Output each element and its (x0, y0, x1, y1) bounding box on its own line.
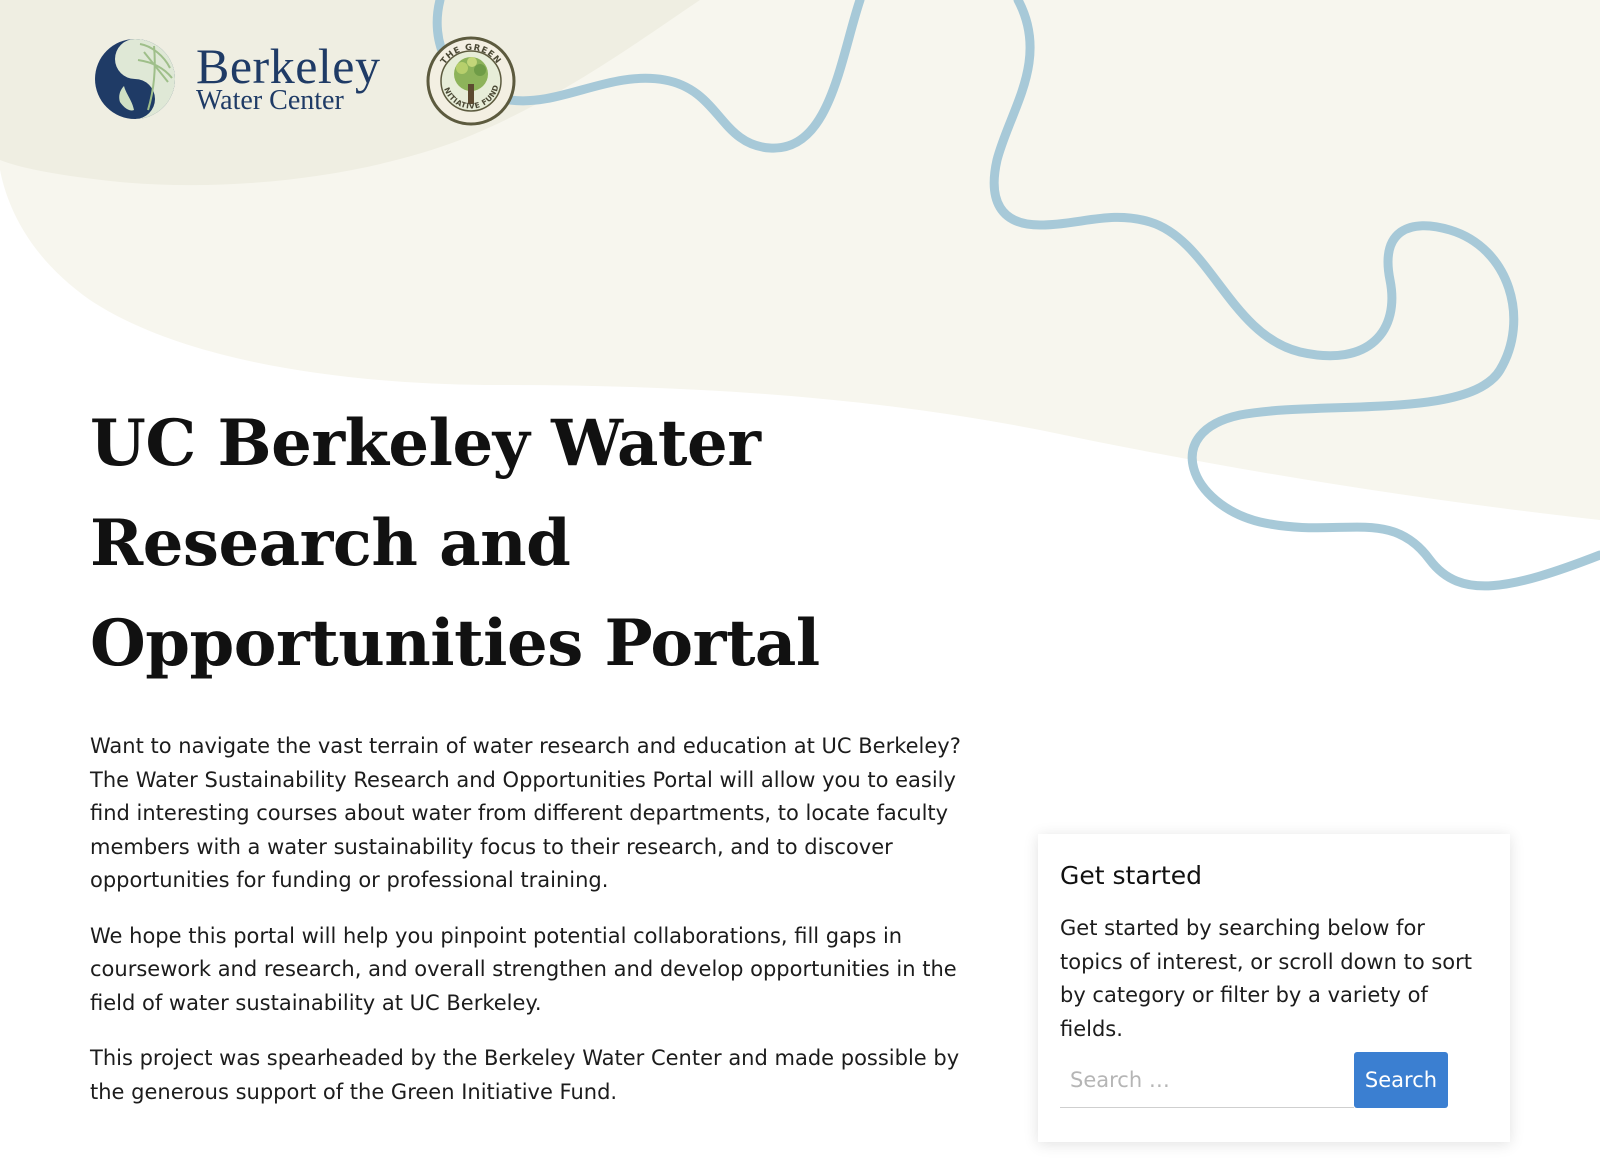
get-started-card: Get started Get started by searching bel… (1038, 834, 1510, 1142)
green-initiative-fund-seal-icon[interactable]: THE GREEN INITIATIVE FUND (426, 36, 516, 126)
get-started-title: Get started (1060, 861, 1202, 890)
page-title: UC Berkeley Water Research and Opportuni… (90, 394, 890, 694)
intro-paragraph-1: Want to navigate the vast terrain of wat… (90, 734, 961, 892)
page-title-line-3: Opportunities Portal (90, 606, 820, 681)
search-button[interactable]: Search (1354, 1052, 1448, 1108)
get-started-description: Get started by searching below for topic… (1060, 916, 1473, 1041)
page-title-line-2: Research and (90, 506, 571, 581)
intro-paragraph-2: We hope this portal will help you pinpoi… (90, 923, 957, 1015)
intro-paragraph-3: This project was spearheaded by the Berk… (90, 1046, 960, 1104)
berkeley-water-center-logo-link[interactable] (92, 36, 392, 126)
search-form: Search (1060, 1052, 1450, 1108)
search-input[interactable] (1060, 1052, 1354, 1108)
intro-section: Want to navigate the vast terrain of wat… (90, 730, 1000, 1131)
page-title-line-1: UC Berkeley Water (90, 406, 761, 481)
